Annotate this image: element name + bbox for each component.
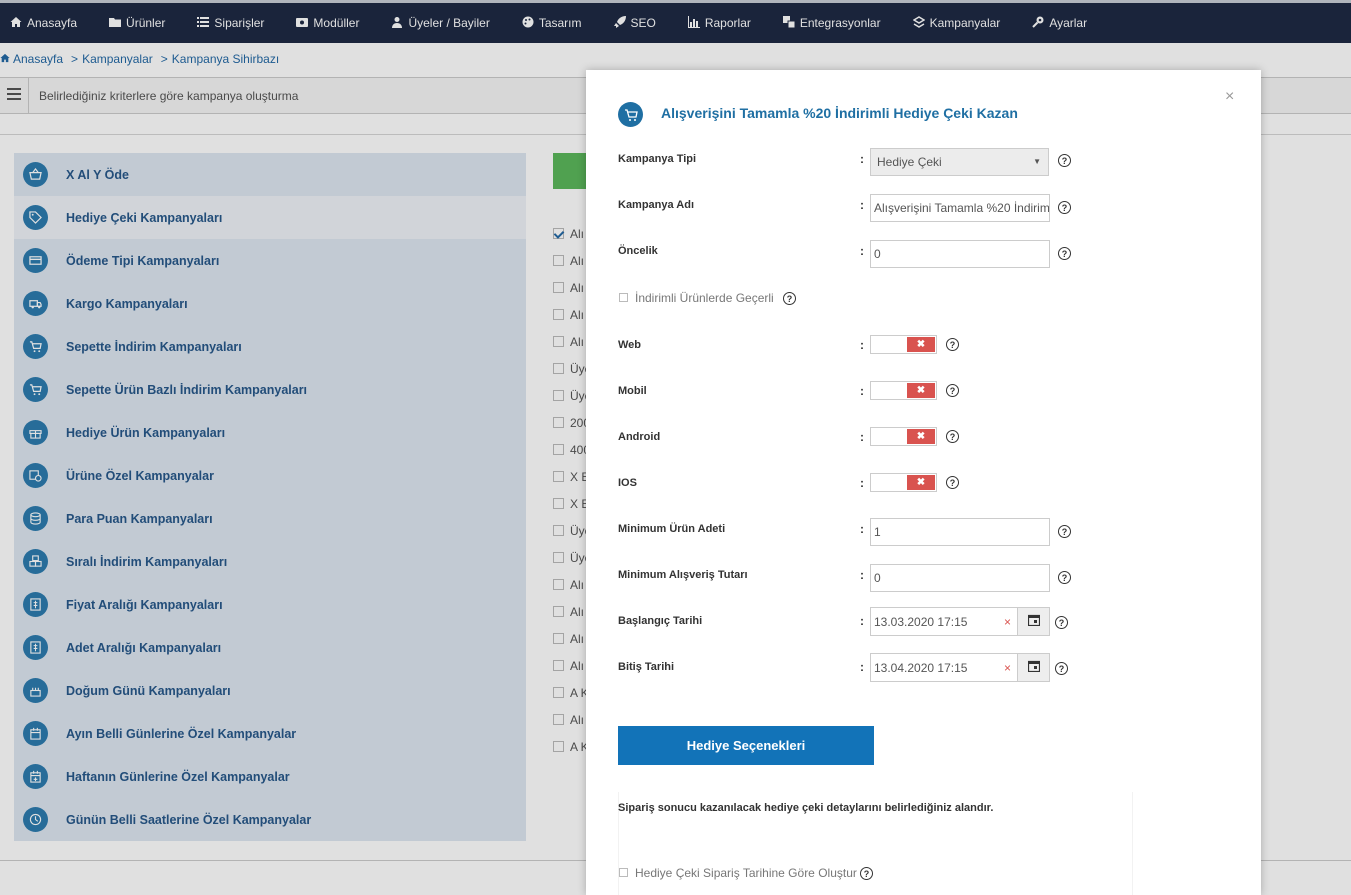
start-date-input[interactable]: 13.03.2020 17:15 × xyxy=(870,607,1050,636)
gift-by-order-date-label: Hediye Çeki Sipariş Tarihine Göre Oluştu… xyxy=(635,866,857,880)
start-date-label: Başlangıç Tarihi xyxy=(618,615,703,627)
colon: : xyxy=(860,198,864,212)
colon: : xyxy=(860,244,864,258)
android-toggle[interactable]: ✖ xyxy=(870,427,937,446)
help-icon[interactable]: ? xyxy=(946,430,959,443)
close-icon: ✖ xyxy=(907,429,935,444)
campaign-type-label: Kampanya Tipi xyxy=(618,153,697,165)
colon: : xyxy=(860,338,864,352)
help-icon[interactable]: ? xyxy=(1058,571,1071,584)
close-icon: ✖ xyxy=(907,383,935,398)
clear-icon[interactable]: × xyxy=(1004,615,1011,629)
colon: : xyxy=(860,522,864,536)
cart-icon xyxy=(618,102,643,127)
min-qty-input[interactable]: 1 xyxy=(870,518,1050,546)
end-date-input[interactable]: 13.04.2020 17:15 × xyxy=(870,653,1050,682)
colon: : xyxy=(860,568,864,582)
ios-toggle[interactable]: ✖ xyxy=(870,473,937,492)
calendar-button[interactable] xyxy=(1017,654,1049,681)
discounted-valid-checkbox[interactable] xyxy=(619,293,628,302)
min-amount-label: Minimum Alışveriş Tutarı xyxy=(618,569,748,581)
mobile-label: Mobil xyxy=(618,385,647,397)
help-icon[interactable]: ? xyxy=(1058,154,1071,167)
colon: : xyxy=(860,476,864,490)
discounted-valid-label: İndirimli Ürünlerde Geçerli xyxy=(635,291,774,305)
colon: : xyxy=(860,430,864,444)
help-icon[interactable]: ? xyxy=(860,867,873,880)
colon: : xyxy=(860,384,864,398)
campaign-type-value: Hediye Çeki xyxy=(877,155,942,169)
close-icon[interactable]: × xyxy=(1225,88,1234,106)
campaign-modal: × Alışverişini Tamamla %20 İndirimli Hed… xyxy=(586,70,1261,895)
help-icon[interactable]: ? xyxy=(946,476,959,489)
campaign-name-input[interactable]: Alışverişini Tamamla %20 İndirimli Hediy… xyxy=(870,194,1050,222)
priority-label: Öncelik xyxy=(618,245,658,257)
clear-icon[interactable]: × xyxy=(1004,661,1011,675)
help-icon[interactable]: ? xyxy=(1058,247,1071,260)
calendar-icon xyxy=(1027,660,1040,675)
modal-title: Alışverişini Tamamla %20 İndirimli Hediy… xyxy=(661,105,1018,121)
ios-label: IOS xyxy=(618,477,637,489)
end-date-value: 13.04.2020 17:15 xyxy=(874,660,968,675)
gift-options-description: Sipariş sonucu kazanılacak hediye çeki d… xyxy=(618,802,994,814)
help-icon[interactable]: ? xyxy=(946,338,959,351)
colon: : xyxy=(860,660,864,674)
campaign-type-select[interactable]: Hediye Çeki ▼ xyxy=(870,148,1049,176)
mobile-toggle[interactable]: ✖ xyxy=(870,381,937,400)
calendar-icon xyxy=(1027,614,1040,629)
close-icon: ✖ xyxy=(907,475,935,490)
help-icon[interactable]: ? xyxy=(946,384,959,397)
gift-options-button[interactable]: Hediye Seçenekleri xyxy=(618,726,874,765)
android-label: Android xyxy=(618,431,661,443)
calendar-button[interactable] xyxy=(1017,608,1049,635)
help-icon[interactable]: ? xyxy=(1055,616,1068,629)
colon: : xyxy=(860,152,864,166)
end-date-label: Bitiş Tarihi xyxy=(618,661,675,673)
web-toggle[interactable]: ✖ xyxy=(870,335,937,354)
min-amount-input[interactable]: 0 xyxy=(870,564,1050,592)
help-icon[interactable]: ? xyxy=(1058,525,1071,538)
chevron-down-icon: ▼ xyxy=(1033,157,1041,166)
min-qty-label: Minimum Ürün Adeti xyxy=(618,523,726,535)
colon: : xyxy=(860,614,864,628)
help-icon[interactable]: ? xyxy=(1055,662,1068,675)
help-icon[interactable]: ? xyxy=(1058,201,1071,214)
web-label: Web xyxy=(618,339,642,351)
close-icon: ✖ xyxy=(907,337,935,352)
priority-input[interactable]: 0 xyxy=(870,240,1050,268)
campaign-name-label: Kampanya Adı xyxy=(618,199,695,211)
gift-by-order-date-checkbox[interactable] xyxy=(619,868,628,877)
start-date-value: 13.03.2020 17:15 xyxy=(874,614,968,629)
help-icon[interactable]: ? xyxy=(783,292,796,305)
